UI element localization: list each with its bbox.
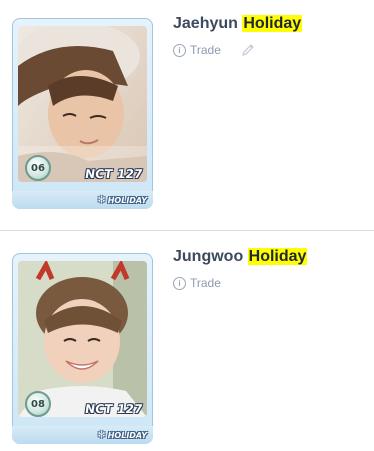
trade-button[interactable]: i Trade — [173, 276, 221, 290]
series-tag: ❄ HOLIDAY — [97, 195, 147, 206]
card-number-badge: 08 — [25, 391, 51, 417]
group-label: NCT 127 — [84, 402, 144, 416]
group-label: NCT 127 — [84, 167, 144, 181]
card-actions: i Trade — [173, 276, 221, 290]
series-tag: ❄ HOLIDAY — [97, 430, 147, 441]
member-name: Jungwoo — [173, 248, 248, 265]
snowflake-icon: ❄ — [97, 430, 106, 441]
info-icon: i — [173, 276, 186, 290]
snowflake-icon: ❄ — [97, 195, 106, 206]
trade-label: Trade — [190, 43, 221, 57]
card-number-badge: 06 — [25, 155, 51, 181]
search-highlight: Holiday — [247, 248, 308, 265]
card-actions: i Trade — [173, 43, 255, 57]
photocard-image[interactable]: 06 NCT 127 ❄ HOLIDAY — [12, 18, 153, 209]
photocard-image[interactable]: 08 NCT 127 ❄ HOLIDAY — [12, 253, 153, 444]
series-tag-label: HOLIDAY — [107, 196, 147, 205]
info-icon: i — [173, 43, 186, 57]
trade-button[interactable]: i Trade — [173, 43, 221, 57]
card-title[interactable]: Jaehyun Holiday — [173, 14, 303, 34]
search-highlight: Holiday — [242, 15, 303, 32]
card-title[interactable]: Jungwoo Holiday — [173, 247, 308, 267]
pencil-icon[interactable] — [241, 43, 255, 57]
photocard-list-item: 06 NCT 127 ❄ HOLIDAY Jaehyun Holiday i T… — [0, 0, 374, 230]
member-name: Jaehyun — [173, 15, 243, 32]
photocard-list-item: 08 NCT 127 ❄ HOLIDAY Jungwoo Holiday i T… — [0, 231, 374, 451]
series-tag-label: HOLIDAY — [107, 431, 147, 440]
trade-label: Trade — [190, 276, 221, 290]
